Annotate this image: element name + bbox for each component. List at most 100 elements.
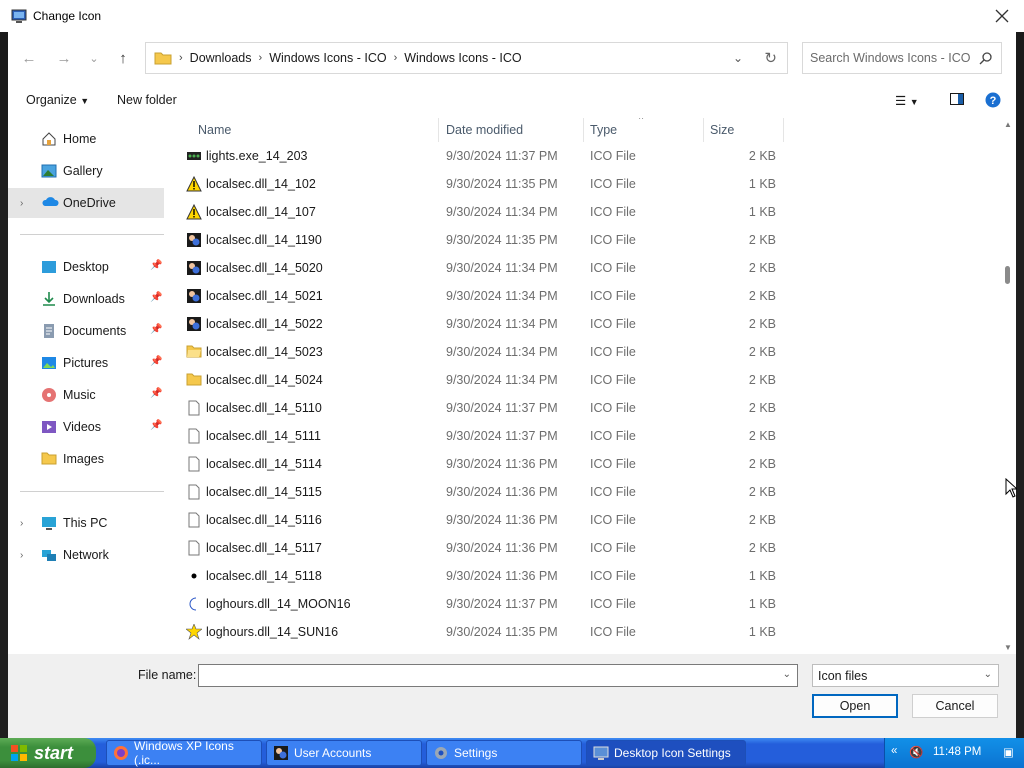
sidebar-item-pictures[interactable]: Pictures 📌 xyxy=(8,348,164,378)
chevron-right-icon[interactable]: › xyxy=(20,518,23,529)
chevron-left-icon[interactable]: « xyxy=(891,745,897,757)
file-size: 2 KB xyxy=(748,289,776,303)
file-row[interactable]: localsec.dll_14_5115 9/30/2024 11:36 PM IC… xyxy=(168,478,1000,506)
file-type-filter[interactable]: Icon files ⌄ xyxy=(812,664,999,687)
pin-icon[interactable]: 📌 xyxy=(150,292,162,303)
blank-file-icon xyxy=(186,456,202,472)
file-row[interactable]: localsec.dll_14_107 9/30/2024 11:34 PM ICO… xyxy=(168,198,1000,226)
sidebar-item-images[interactable]: Images xyxy=(8,444,164,474)
forward-button[interactable]: → xyxy=(52,46,76,70)
file-row[interactable]: localsec.dll_14_5022 9/30/2024 11:34 PM IC… xyxy=(168,310,1000,338)
file-row[interactable]: localsec.dll_14_5117 9/30/2024 11:36 PM IC… xyxy=(168,534,1000,562)
users-icon xyxy=(273,745,289,761)
file-row[interactable]: localsec.dll_14_5021 9/30/2024 11:34 PM IC… xyxy=(168,282,1000,310)
up-button[interactable]: ↑ xyxy=(111,46,135,70)
recent-locations-button[interactable]: ⌄ xyxy=(82,46,106,70)
file-row[interactable]: localsec.dll_14_102 9/30/2024 11:35 PM ICO… xyxy=(168,170,1000,198)
taskbar-button[interactable]: Settings xyxy=(426,740,582,766)
column-type[interactable]: Type xyxy=(590,123,617,137)
column-divider[interactable] xyxy=(783,118,784,142)
chevron-right-icon[interactable]: › xyxy=(20,550,23,561)
column-date-modified[interactable]: Date modified xyxy=(446,123,523,137)
folder-icon xyxy=(186,372,202,388)
cancel-button[interactable]: Cancel xyxy=(912,694,998,718)
breadcrumb-windows-icons-current[interactable]: Windows Icons - ICO xyxy=(404,51,521,65)
file-size: 2 KB xyxy=(748,485,776,499)
file-row[interactable]: loghours.dll_14_MOON16 9/30/2024 11:37 PM… xyxy=(168,590,1000,618)
taskbar-button[interactable]: User Accounts xyxy=(266,740,422,766)
notification-icon[interactable]: ▣ xyxy=(1003,745,1014,759)
help-button[interactable]: ? xyxy=(985,92,1001,111)
vertical-scrollbar[interactable]: ▲ ▼ xyxy=(1000,118,1016,654)
file-name: localsec.dll_14_5115 xyxy=(206,485,322,499)
address-bar[interactable]: › Downloads › Windows Icons - ICO › Wind… xyxy=(145,42,788,74)
pin-icon[interactable]: 📌 xyxy=(150,260,162,271)
chevron-down-icon[interactable]: ⌄ xyxy=(733,51,743,65)
file-type: ICO File xyxy=(590,485,636,499)
file-row[interactable]: localsec.dll_14_5116 9/30/2024 11:36 PM IC… xyxy=(168,506,1000,534)
sidebar-item-music[interactable]: Music 📌 xyxy=(8,380,164,410)
file-row[interactable]: lights.exe_14_203 9/30/2024 11:37 PM ICO F… xyxy=(168,142,1000,170)
file-row[interactable]: localsec.dll_14_5111 9/30/2024 11:37 PM IC… xyxy=(168,422,1000,450)
organize-button[interactable]: Organize ▼ xyxy=(26,93,89,107)
sidebar-item-videos[interactable]: Videos 📌 xyxy=(8,412,164,442)
pin-icon[interactable]: 📌 xyxy=(150,420,162,431)
pin-icon[interactable]: 📌 xyxy=(150,324,162,335)
file-type: ICO File xyxy=(590,513,636,527)
file-date: 9/30/2024 11:36 PM xyxy=(446,485,558,499)
file-row[interactable]: localsec.dll_14_5114 9/30/2024 11:36 PM IC… xyxy=(168,450,1000,478)
file-type: ICO File xyxy=(590,429,636,443)
sidebar-item-onedrive[interactable]: › OneDrive xyxy=(8,188,164,218)
file-size: 2 KB xyxy=(748,401,776,415)
chevron-down-icon[interactable]: ⌄ xyxy=(783,669,791,680)
taskbar-button[interactable]: Desktop Icon Settings xyxy=(586,740,746,766)
sidebar-item-network[interactable]: › Network xyxy=(8,540,164,570)
breadcrumb-downloads[interactable]: Downloads xyxy=(190,51,252,65)
refresh-icon[interactable]: ↻ xyxy=(764,49,777,67)
back-button[interactable]: ← xyxy=(17,46,41,70)
taskbar-button[interactable]: Windows XP Icons (.ic... xyxy=(106,739,262,767)
open-button[interactable]: Open xyxy=(812,694,898,718)
arrow-up-icon: ↑ xyxy=(119,49,127,67)
column-size[interactable]: Size xyxy=(710,123,734,137)
column-divider[interactable] xyxy=(703,118,704,142)
file-type-label: Icon files xyxy=(818,669,868,683)
file-size: 2 KB xyxy=(748,541,776,555)
sidebar-item-downloads[interactable]: Downloads 📌 xyxy=(8,284,164,314)
file-name-field[interactable]: ⌄ xyxy=(198,664,798,687)
file-name: localsec.dll_14_1190 xyxy=(206,233,322,247)
scrollbar-thumb[interactable] xyxy=(1005,266,1010,284)
file-row[interactable]: localsec.dll_14_5023 9/30/2024 11:34 PM IC… xyxy=(168,338,1000,366)
sidebar-item-home[interactable]: Home xyxy=(8,124,164,154)
file-row[interactable]: localsec.dll_14_5020 9/30/2024 11:34 PM IC… xyxy=(168,254,1000,282)
file-date: 9/30/2024 11:36 PM xyxy=(446,513,558,527)
close-button[interactable] xyxy=(992,6,1012,26)
file-row[interactable]: localsec.dll_14_1190 9/30/2024 11:35 PM IC… xyxy=(168,226,1000,254)
sidebar-item-gallery[interactable]: Gallery xyxy=(8,156,164,186)
column-name[interactable]: Name xyxy=(198,123,231,137)
file-row[interactable]: localsec.dll_14_5024 9/30/2024 11:34 PM IC… xyxy=(168,366,1000,394)
sidebar-item-documents[interactable]: Documents 📌 xyxy=(8,316,164,346)
file-row[interactable]: localsec.dll_14_5110 9/30/2024 11:37 PM IC… xyxy=(168,394,1000,422)
new-folder-button[interactable]: New folder xyxy=(117,93,177,107)
view-options-button[interactable]: ☰ ▼ xyxy=(895,93,919,108)
scroll-up-icon[interactable]: ▲ xyxy=(1004,120,1012,129)
file-row[interactable]: loghours.dll_14_SUN16 9/30/2024 11:35 PM I… xyxy=(168,618,1000,646)
preview-pane-button[interactable] xyxy=(950,93,964,108)
blank-file-icon xyxy=(186,512,202,528)
column-divider[interactable] xyxy=(438,118,439,142)
sidebar-item-this-pc[interactable]: › This PC xyxy=(8,508,164,538)
chevron-right-icon[interactable]: › xyxy=(20,198,23,209)
start-button[interactable]: start xyxy=(0,738,96,768)
clock[interactable]: 11:48 PM xyxy=(933,746,981,758)
breadcrumb-windows-icons[interactable]: Windows Icons - ICO xyxy=(269,51,386,65)
scroll-down-icon[interactable]: ▼ xyxy=(1004,643,1012,652)
column-divider[interactable] xyxy=(583,118,584,142)
file-date: 9/30/2024 11:36 PM xyxy=(446,541,558,555)
file-row[interactable]: localsec.dll_14_5118 9/30/2024 11:36 PM IC… xyxy=(168,562,1000,590)
pin-icon[interactable]: 📌 xyxy=(150,356,162,367)
volume-muted-icon[interactable]: 🔇 xyxy=(909,745,923,759)
sidebar-item-desktop[interactable]: Desktop 📌 xyxy=(8,252,164,282)
search-input[interactable]: Search Windows Icons - ICO xyxy=(802,42,1002,74)
pin-icon[interactable]: 📌 xyxy=(150,388,162,399)
